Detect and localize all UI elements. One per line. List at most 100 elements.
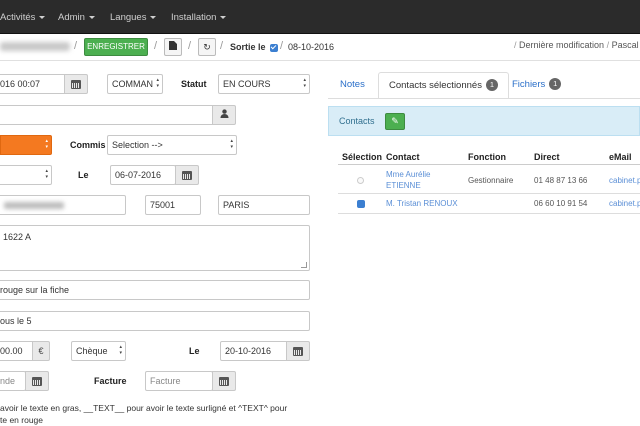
nav-item-installation[interactable]: Installation: [171, 12, 227, 23]
contact-name-line1[interactable]: Mme Aurélie: [386, 170, 430, 179]
order-input[interactable]: nde: [0, 371, 26, 391]
last-modified-user: Pascal B: [611, 40, 640, 50]
commis-select[interactable]: Selection -->: [107, 135, 237, 155]
payment-method-select[interactable]: Chèque: [71, 341, 126, 361]
contacts-header: Contacts ✎: [328, 106, 640, 136]
le2-date-input[interactable]: 20-10-2016: [220, 341, 288, 361]
refresh-button[interactable]: ↻: [198, 38, 216, 56]
caret-down-icon: [88, 15, 95, 19]
breadcrumb-separator: /: [74, 40, 78, 52]
note-input-2[interactable]: ous le 5: [0, 311, 310, 331]
contacts-title: Contacts: [339, 116, 375, 126]
caret-down-icon: [150, 15, 157, 19]
postal-code-input[interactable]: 75001: [145, 195, 201, 215]
row-divider: [338, 193, 640, 194]
sortie-checkbox[interactable]: [270, 43, 279, 52]
column-header-selection: Sélection: [342, 152, 383, 162]
redacted-breadcrumb: [0, 42, 70, 51]
statut-select[interactable]: EN COURS: [218, 74, 310, 94]
calendar-icon: [182, 171, 192, 181]
breadcrumb-separator: /: [220, 40, 224, 52]
select-contact-checkbox[interactable]: [357, 177, 364, 184]
statut-label: Statut: [181, 79, 207, 89]
datetime-input[interactable]: 016 00:07: [0, 74, 66, 94]
facture-input[interactable]: Facture: [145, 371, 213, 391]
document-button[interactable]: [164, 38, 182, 56]
datetime-calendar-button[interactable]: [64, 74, 88, 94]
column-header-email: eMail: [609, 152, 632, 162]
pencil-icon: ✎: [391, 116, 399, 126]
contact-direct: 06 60 10 91 54: [534, 199, 588, 208]
currency-addon: €: [32, 341, 50, 361]
calendar-icon: [71, 80, 81, 90]
tab-files[interactable]: Fichiers 1: [512, 72, 562, 98]
category-select[interactable]: [0, 165, 52, 185]
nav-item-activites[interactable]: Activités: [0, 12, 46, 23]
resize-grip-icon[interactable]: [301, 262, 307, 268]
calendar-icon: [32, 377, 42, 387]
contact-name-line1[interactable]: M. Tristan RENOUX: [386, 199, 458, 208]
description-textarea[interactable]: 1622 A: [0, 225, 310, 271]
facture-calendar-button[interactable]: [212, 371, 236, 391]
le-label: Le: [78, 170, 89, 180]
edit-contacts-button[interactable]: ✎: [385, 113, 405, 130]
order-calendar-button[interactable]: [25, 371, 49, 391]
le2-date-calendar-button[interactable]: [286, 341, 310, 361]
breadcrumb-separator: /: [154, 40, 158, 52]
note-input-1[interactable]: rouge sur la fiche: [0, 280, 310, 300]
tab-notes[interactable]: Notes: [340, 72, 365, 98]
refresh-icon: ↻: [203, 42, 211, 52]
nav-item-label: Activités: [0, 12, 36, 23]
city-input[interactable]: PARIS: [218, 195, 310, 215]
nav-item-label: Installation: [171, 12, 217, 23]
facture-label: Facture: [94, 376, 127, 386]
breadcrumb-separator: /: [188, 40, 192, 52]
tab-contacts-label: Contacts sélectionnés: [389, 80, 482, 91]
row-divider: [338, 213, 640, 214]
amount-input[interactable]: 00.00: [0, 341, 34, 361]
client-lookup-button[interactable]: [212, 105, 236, 125]
right-panel: Notes Contacts sélectionnés 1 Fichiers 1 C…: [328, 72, 640, 426]
tab-contacts[interactable]: Contacts sélectionnés 1: [378, 72, 509, 98]
nav-item-langues[interactable]: Langues: [110, 12, 157, 23]
le-date-input[interactable]: 06-07-2016: [110, 165, 176, 185]
client-input[interactable]: [0, 105, 214, 125]
user-icon: [220, 109, 228, 118]
document-icon: [169, 41, 177, 50]
last-modified: / Dernière modification / Pascal B: [514, 40, 640, 50]
contact-email[interactable]: cabinet.p: [609, 176, 640, 185]
last-modified-label: Dernière modification: [519, 40, 605, 50]
toolbar: / ENREGISTRER / / ↻ / Sortie le / 08-10-…: [0, 34, 640, 60]
sortie-text: Sortie le: [230, 42, 266, 52]
contact-name-line2[interactable]: ETIENNE: [386, 181, 421, 190]
description-text: 1622 A: [3, 232, 32, 242]
nav-item-admin[interactable]: Admin: [58, 12, 95, 23]
sortie-label: Sortie le: [230, 42, 279, 52]
nav-item-label: Admin: [58, 12, 85, 23]
select-contact-checkbox[interactable]: [357, 200, 365, 208]
priority-select[interactable]: [0, 135, 52, 155]
address-input[interactable]: [0, 195, 126, 215]
breadcrumb-separator: /: [280, 40, 284, 52]
contact-direct: 01 48 87 13 66: [534, 176, 588, 185]
column-header-fonction: Fonction: [468, 152, 506, 162]
save-button[interactable]: ENREGISTRER: [84, 38, 148, 56]
caret-down-icon: [39, 15, 46, 19]
column-header-contact: Contact: [386, 152, 420, 162]
toolbar-divider: [0, 60, 640, 61]
contact-email[interactable]: cabinet.p: [609, 199, 640, 208]
commis-label: Commis: [70, 140, 106, 150]
column-header-direct: Direct: [534, 152, 560, 162]
table-header-divider: [338, 164, 640, 165]
le-date-calendar-button[interactable]: [175, 165, 199, 185]
calendar-icon: [293, 347, 303, 357]
top-navbar: Activités Admin Langues Installation: [0, 0, 640, 34]
calendar-icon: [219, 377, 229, 387]
help-text-line-1: avoir le texte en gras, __TEXT__ pour av…: [0, 403, 288, 413]
type-select[interactable]: COMMAN: [107, 74, 163, 94]
sortie-date: 08-10-2016: [288, 42, 335, 52]
help-text-line-2: te en rouge: [0, 415, 44, 425]
caret-down-icon: [220, 15, 227, 19]
tab-files-label: Fichiers: [512, 79, 546, 90]
nav-item-label: Langues: [110, 12, 147, 23]
